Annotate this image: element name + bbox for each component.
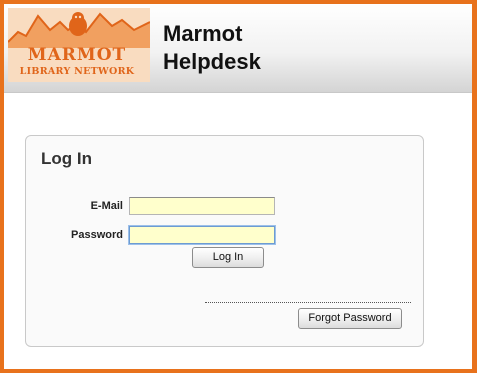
login-panel: Log In E-Mail Password Log In Forgot Pas…: [25, 135, 424, 347]
site-title-line1: Marmot: [163, 21, 243, 46]
email-label: E-Mail: [90, 200, 123, 212]
login-heading: Log In: [41, 149, 92, 168]
header: MARMOT LIBRARY NETWORK Marmot Helpdesk: [4, 4, 472, 93]
site-title-line2: Helpdesk: [163, 49, 261, 74]
forgot-password-button[interactable]: Forgot Password: [298, 308, 402, 329]
site-title: Marmot Helpdesk: [163, 20, 261, 76]
password-field[interactable]: [129, 226, 275, 244]
email-field[interactable]: [129, 197, 275, 215]
password-label: Password: [71, 229, 123, 241]
logo-text-marmot: MARMOT: [27, 45, 127, 65]
marmot-logo[interactable]: MARMOT LIBRARY NETWORK: [8, 8, 150, 82]
logo-text-library-network: LIBRARY NETWORK: [19, 66, 135, 77]
login-button[interactable]: Log In: [192, 247, 264, 268]
divider-dotted: [205, 302, 411, 303]
